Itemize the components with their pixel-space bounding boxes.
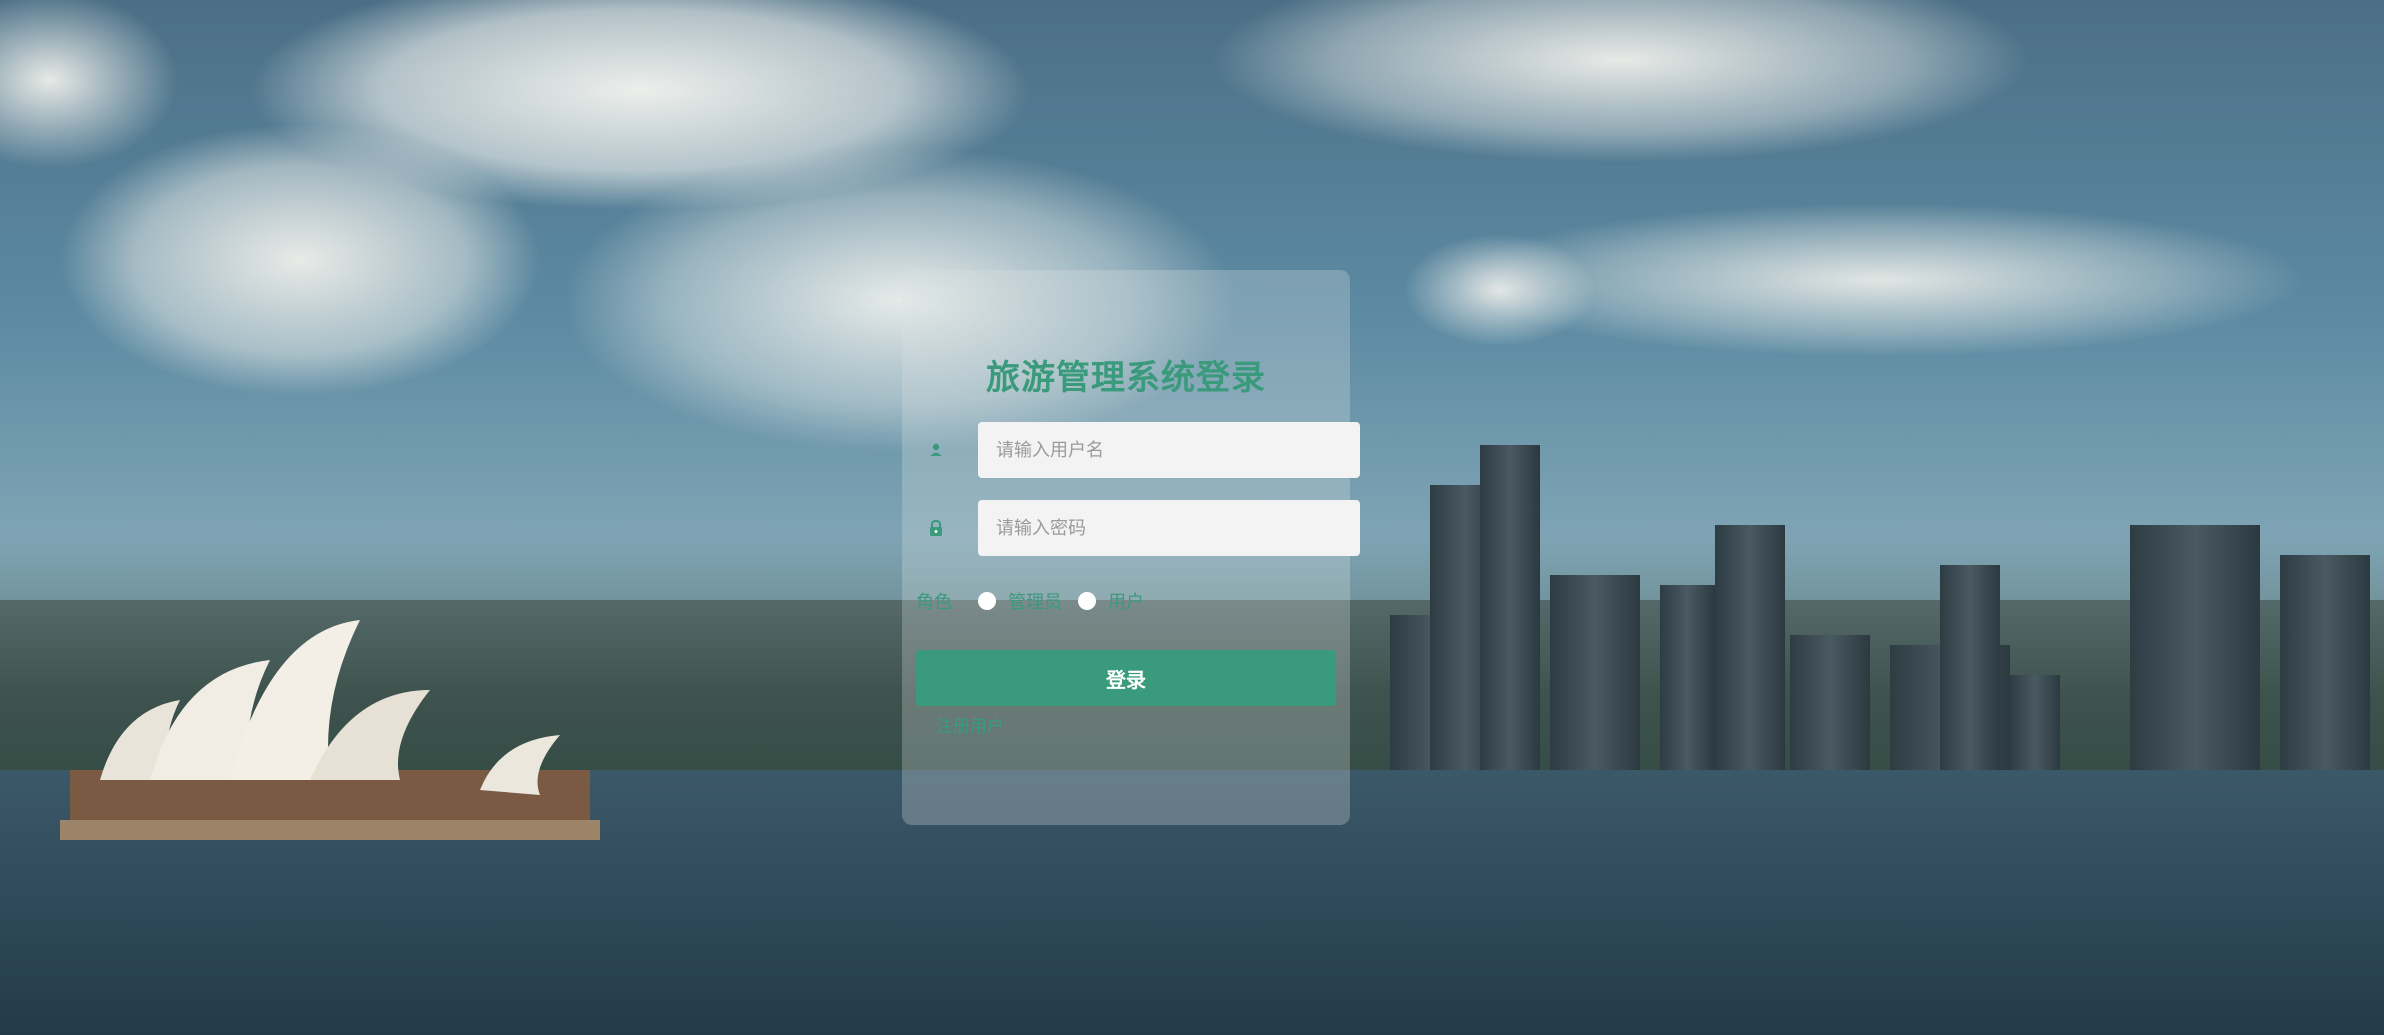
role-option-label: 管理员 <box>1008 592 1062 613</box>
role-selector: 角色 管理员 用户 <box>916 586 1160 616</box>
username-row <box>926 422 1360 478</box>
role-option-label: 用户 <box>1108 592 1144 613</box>
password-input[interactable] <box>978 500 1360 556</box>
login-card: 旅游管理系统登录 角色 管理员 用户 登录 <box>902 270 1360 825</box>
register-link[interactable]: 注册用户 <box>936 712 1004 737</box>
role-label: 角色 <box>916 592 952 613</box>
login-button[interactable]: 登录 <box>916 650 1336 706</box>
role-option-user[interactable]: 用户 <box>1078 588 1144 614</box>
page-title: 旅游管理系统登录 <box>986 358 1266 398</box>
admin-radio[interactable] <box>978 592 996 610</box>
skyscraper <box>1480 445 1540 815</box>
opera-house-image <box>60 620 600 840</box>
user-icon <box>926 440 946 460</box>
lock-icon <box>926 518 946 538</box>
role-option-admin[interactable]: 管理员 <box>978 588 1062 614</box>
password-row <box>926 500 1360 556</box>
user-radio[interactable] <box>1078 592 1096 610</box>
username-input[interactable] <box>978 422 1360 478</box>
